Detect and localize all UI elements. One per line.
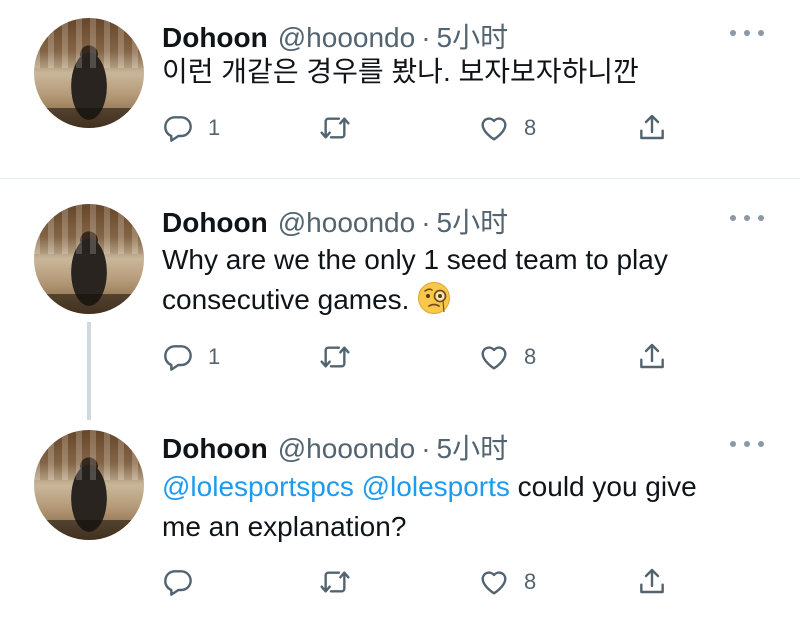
avatar[interactable] xyxy=(34,430,144,540)
tweet-text-line: consecutive games. xyxy=(162,280,772,320)
separator-dot: · xyxy=(421,22,431,53)
mention-link[interactable]: @lolesportspcs xyxy=(162,471,354,502)
reply-icon xyxy=(164,345,192,371)
retweet-button[interactable] xyxy=(319,566,365,598)
author-handle[interactable]: @hooondo xyxy=(278,433,415,465)
tweet-text-line: @lolesportspcs @lolesports could you giv… xyxy=(162,467,772,507)
author-handle[interactable]: @hooondo xyxy=(278,207,415,239)
tweet-text-fragment: could you give xyxy=(509,471,697,502)
reply-icon xyxy=(164,570,192,596)
more-icon[interactable] xyxy=(730,213,764,223)
share-icon xyxy=(640,343,664,369)
retweet-button[interactable] xyxy=(319,341,365,373)
avatar[interactable] xyxy=(34,204,144,314)
separator-dot: · xyxy=(421,433,431,464)
separator-dot: · xyxy=(421,207,431,238)
like-icon xyxy=(481,117,507,141)
author-handle[interactable]: @hooondo xyxy=(278,22,415,54)
like-icon xyxy=(481,346,507,370)
like-count: 8 xyxy=(524,569,537,594)
tweet-text: Why are we the only 1 seed team to play … xyxy=(162,240,772,320)
tweet-text-fragment: consecutive games. xyxy=(162,284,410,315)
share-icon xyxy=(640,568,664,594)
share-button[interactable] xyxy=(636,112,668,144)
retweet-icon xyxy=(320,571,350,593)
like-button[interactable]: 8 xyxy=(478,566,536,598)
reply-count: 1 xyxy=(208,115,221,140)
tweet-text: 이런 개같은 경우를 봤나. 보자보자하니깐 xyxy=(162,56,639,87)
face-with-monocle-emoji xyxy=(418,282,451,314)
reply-count: 1 xyxy=(208,344,221,369)
reply-icon xyxy=(164,116,192,142)
like-icon xyxy=(481,571,507,595)
reply-button[interactable]: 1 xyxy=(162,112,220,144)
reply-button[interactable]: 1 xyxy=(162,341,220,373)
timestamp[interactable]: 5小时 xyxy=(437,16,509,56)
tweet-header: Dohoon @hooondo · 5小时 xyxy=(162,201,508,238)
more-icon[interactable] xyxy=(730,439,764,449)
mention-link[interactable]: @lolesports xyxy=(362,471,510,502)
tweet-divider xyxy=(0,178,800,179)
share-button[interactable] xyxy=(636,566,668,598)
tweet-header: Dohoon @hooondo · 5小时 xyxy=(162,16,508,53)
author-name[interactable]: Dohoon xyxy=(162,207,268,239)
like-count: 8 xyxy=(524,115,537,140)
like-count: 8 xyxy=(524,344,537,369)
retweet-icon xyxy=(320,117,350,139)
tweet-header: Dohoon @hooondo · 5小时 xyxy=(162,427,508,464)
share-button[interactable] xyxy=(636,341,668,373)
author-name[interactable]: Dohoon xyxy=(162,22,268,54)
author-name[interactable]: Dohoon xyxy=(162,433,268,465)
tweet-text-line: me an explanation? xyxy=(162,511,407,542)
timestamp[interactable]: 5小时 xyxy=(437,427,509,467)
like-button[interactable]: 8 xyxy=(478,112,536,144)
more-icon[interactable] xyxy=(730,28,764,38)
thread-connector xyxy=(87,322,91,420)
like-button[interactable]: 8 xyxy=(478,341,536,373)
retweet-button[interactable] xyxy=(319,112,365,144)
avatar[interactable] xyxy=(34,18,144,128)
tweet-text: @lolesportspcs @lolesports could you giv… xyxy=(162,467,772,547)
timestamp[interactable]: 5小时 xyxy=(437,201,509,241)
tweet-text-line: Why are we the only 1 seed team to play xyxy=(162,244,668,275)
retweet-icon xyxy=(320,346,350,368)
reply-button[interactable] xyxy=(162,566,208,598)
share-icon xyxy=(640,114,664,140)
